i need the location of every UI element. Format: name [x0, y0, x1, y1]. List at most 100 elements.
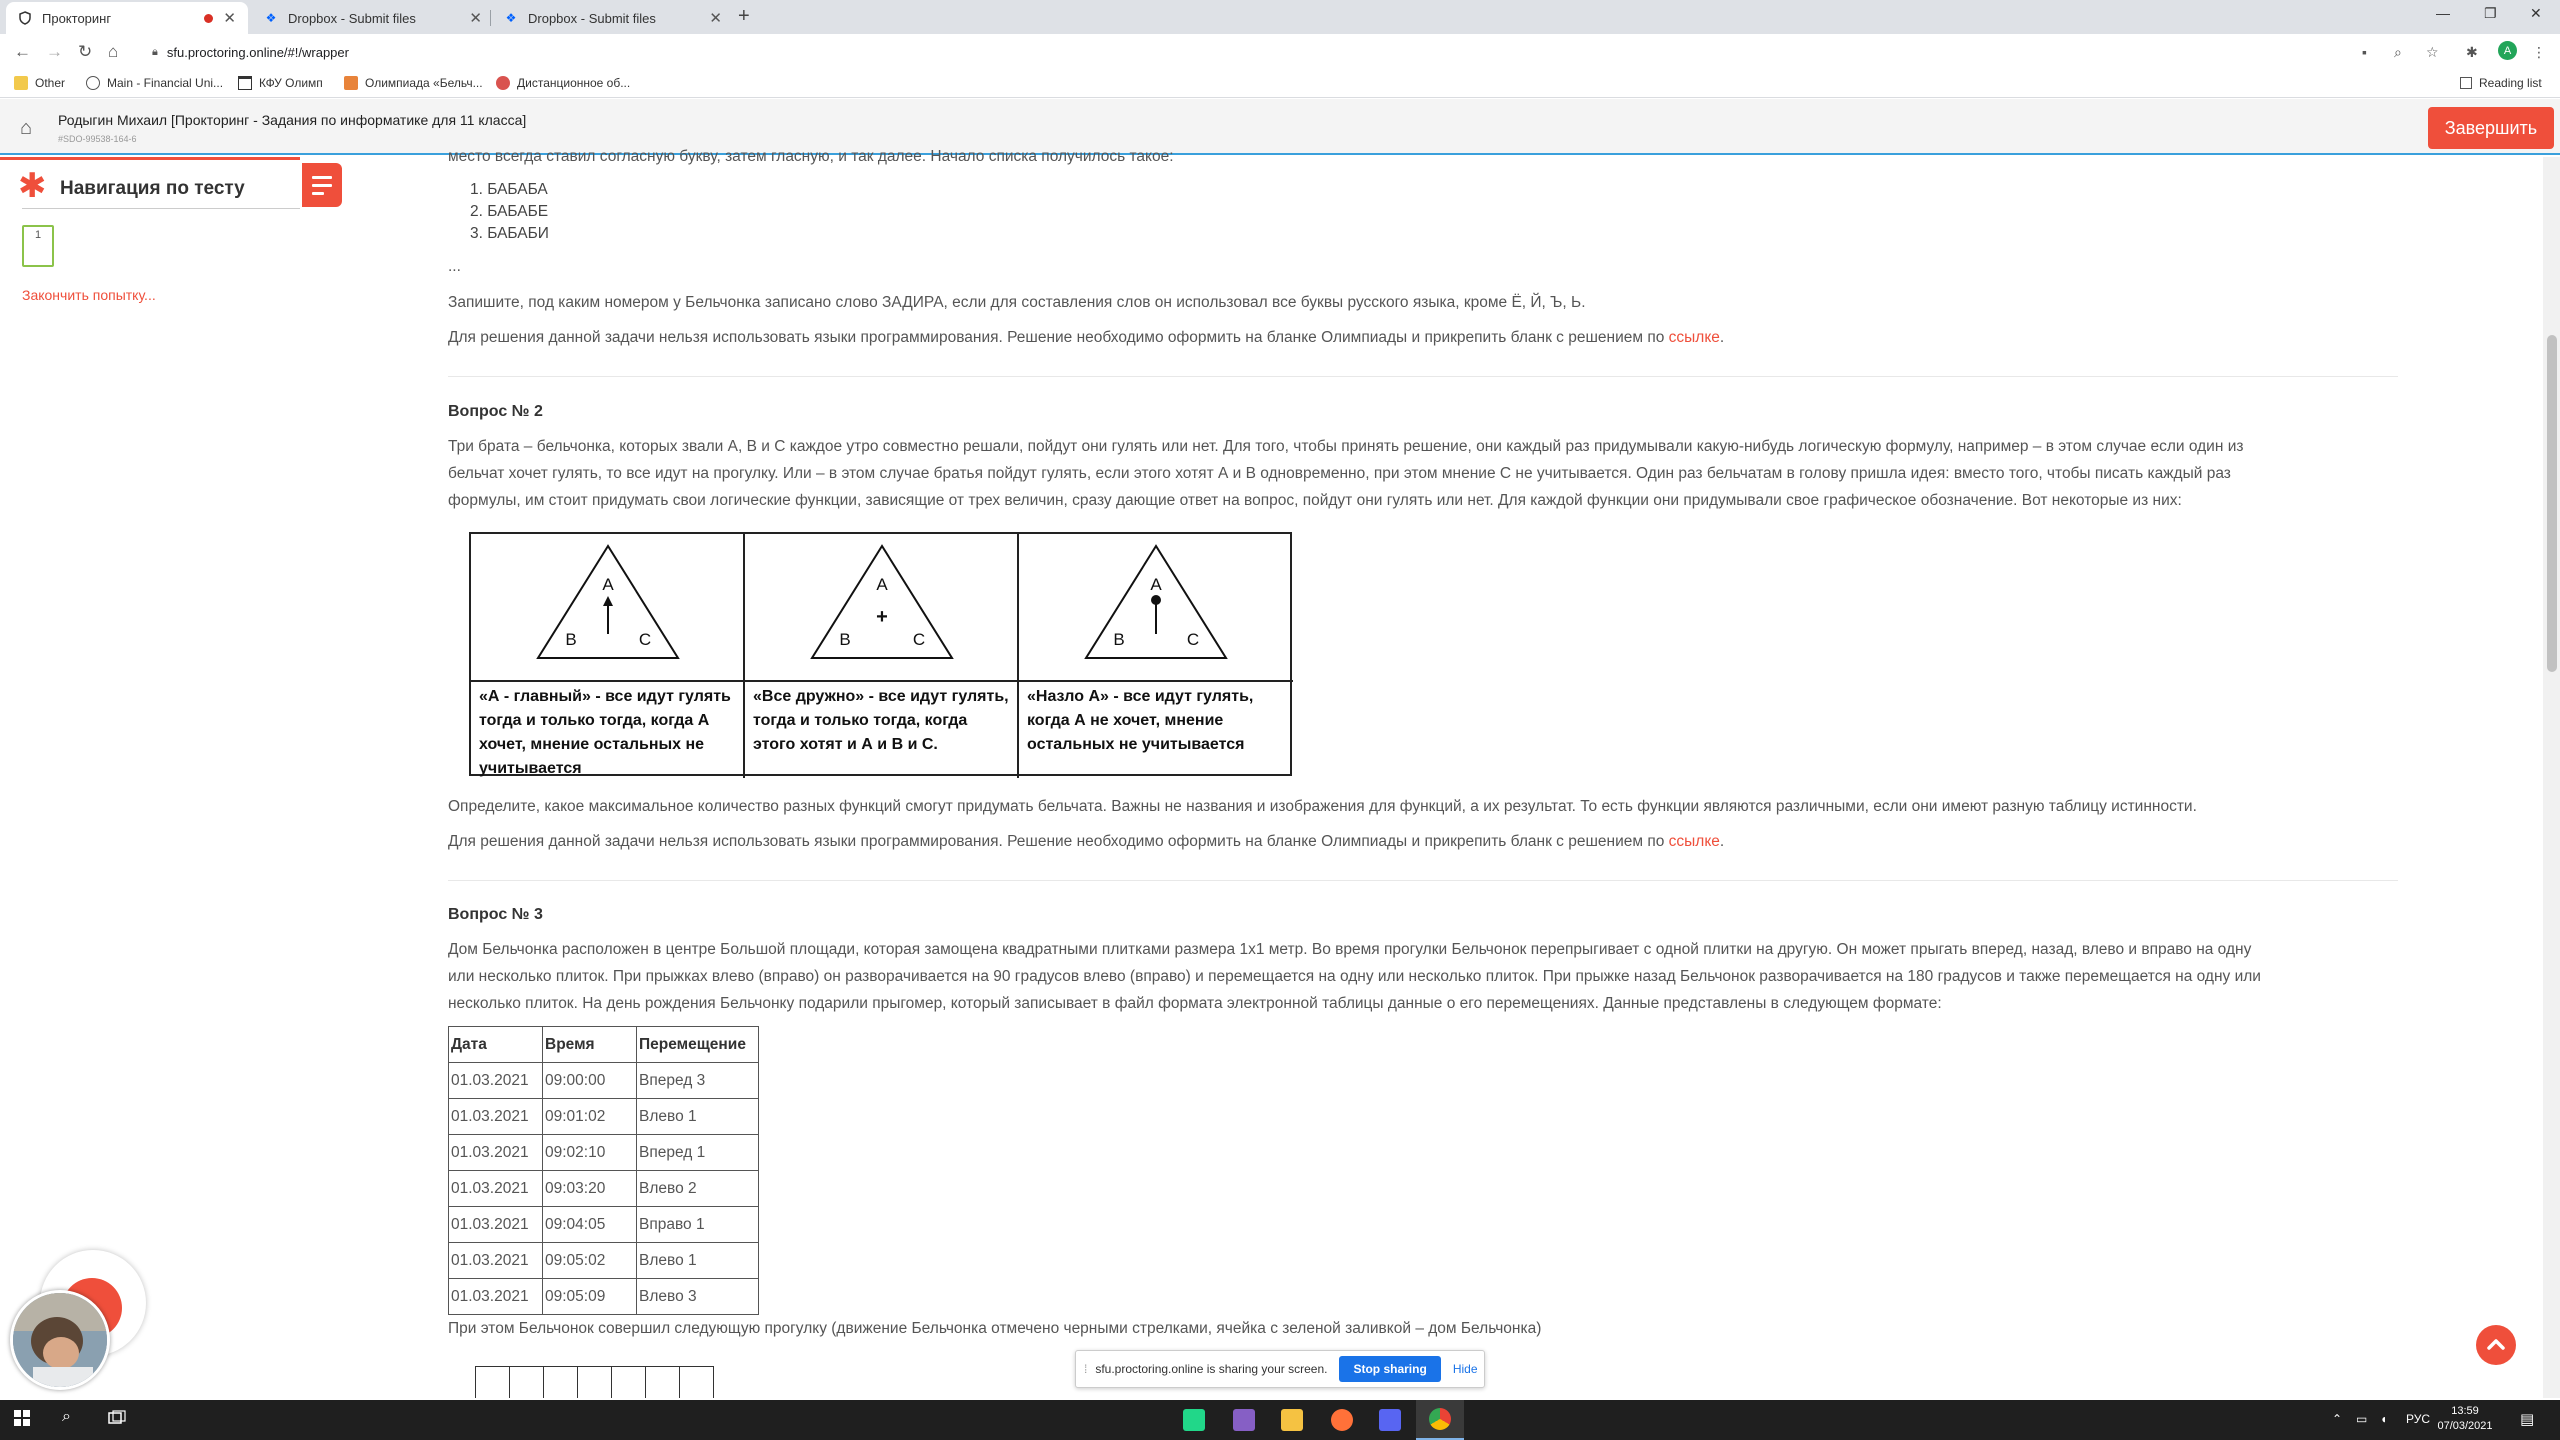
figure-caption: «А - главный» - все идут гулять тогда и … — [471, 680, 743, 777]
webcam-preview[interactable] — [10, 1290, 110, 1390]
home-icon[interactable]: ⌂ — [20, 117, 32, 140]
note-text: . — [1719, 329, 1725, 346]
table-cell: 09:05:02 — [542, 1242, 637, 1279]
figure-cell: A + B C «Все дружно» - все идут гулять, … — [745, 534, 1019, 778]
table-cell: Влево 2 — [636, 1170, 759, 1207]
finish-button[interactable]: Завершить — [2428, 107, 2554, 149]
stop-sharing-button[interactable]: Stop sharing — [1339, 1356, 1441, 1382]
screen-sharing-bar: ⁞ sfu.proctoring.online is sharing your … — [1075, 1350, 1485, 1388]
figure-caption: «Назло А» - все идут гулять, когда А не … — [1019, 680, 1293, 776]
close-icon[interactable]: ✕ — [709, 9, 722, 27]
bookmark-label: КФУ Олимп — [259, 76, 323, 90]
bookmark-kfu[interactable]: КФУ Олимп — [238, 76, 323, 90]
camera-icon[interactable]: ▪ — [2362, 44, 2367, 60]
solution-upload-link[interactable]: ссылке — [1669, 329, 1720, 346]
browser-toolbar: ← → ↻ ⌂ 🔒︎ sfu.proctoring.online/#!/wrap… — [0, 34, 2560, 70]
taskbar-app-pycharm[interactable] — [1170, 1400, 1218, 1440]
taskbar-app-file-explorer[interactable] — [1268, 1400, 1316, 1440]
language-indicator[interactable]: РУС — [2406, 1412, 2430, 1426]
close-icon[interactable]: ✕ — [469, 9, 482, 27]
nav-accent-line — [0, 157, 300, 160]
taskbar-app-chrome[interactable] — [1416, 1400, 1464, 1440]
scrollbar-thumb[interactable] — [2547, 335, 2557, 672]
bookmarks-bar: Other Main - Financial Uni... КФУ Олимп … — [0, 70, 2560, 98]
grid-cell — [645, 1366, 680, 1398]
reading-list-label: Reading list — [2479, 76, 2542, 90]
windows-start-icon[interactable] — [14, 1410, 30, 1431]
tab-proctoring[interactable]: Прокторинг ✕ — [6, 2, 248, 34]
address-bar[interactable]: 🔒︎ sfu.proctoring.online/#!/wrapper — [140, 39, 2440, 65]
logic-functions-figure: A B C «А - главный» - все идут гулять то… — [469, 532, 1293, 778]
vertex-label: A — [602, 575, 614, 594]
table-row: 01.03.2021 09:03:20 Влево 2 — [448, 1170, 759, 1207]
profile-avatar[interactable]: A — [2498, 41, 2517, 60]
movement-data-table: Дата Время Перемещение 01.03.2021 09:00:0… — [448, 1026, 759, 1315]
extensions-icon[interactable]: ✱ — [2466, 44, 2478, 61]
figure-cell: A B C «А - главный» - все идут гулять то… — [471, 534, 745, 778]
menu-icon — [312, 183, 332, 187]
figure-caption: «Все дружно» - все идут гулять, тогда и … — [745, 680, 1017, 776]
app-header: ⌂ Родыгин Михаил [Прокторинг - Задания п… — [0, 99, 2560, 155]
windows-taskbar: ⌕ ⌃ ▭ ◖ РУС 13:59 07/03/2021 ▤ — [0, 1400, 2560, 1440]
menu-toggle-button[interactable] — [302, 163, 342, 207]
tab-label: Dropbox - Submit files — [288, 10, 416, 26]
tray-chevron-up-icon[interactable]: ⌃ — [2332, 1412, 2342, 1426]
network-icon[interactable]: ▭ — [2356, 1412, 2367, 1426]
bookmark-olympiad[interactable]: Олимпиада «Бельч... — [344, 76, 483, 90]
scroll-to-top-button[interactable] — [2476, 1325, 2516, 1365]
taskbar-app-discord[interactable] — [1366, 1400, 1414, 1440]
end-attempt-link[interactable]: Закончить попытку... — [22, 287, 156, 303]
table-cell: 01.03.2021 — [448, 1170, 543, 1207]
notifications-icon[interactable]: ▤ — [2520, 1410, 2534, 1428]
q3-paragraph-line: несколько плиток. На день рождения Бельч… — [448, 995, 1942, 1012]
webcam-person-image — [13, 1293, 107, 1387]
back-icon[interactable]: ← — [14, 42, 31, 62]
table-cell: Вправо 1 — [636, 1206, 759, 1243]
taskbar-app-firefox[interactable] — [1318, 1400, 1366, 1440]
drag-handle-icon[interactable]: ⁞ — [1084, 1362, 1087, 1376]
table-cell: Вперед 3 — [636, 1062, 759, 1099]
solution-upload-link[interactable]: ссылке — [1669, 833, 1720, 850]
bookmark-financial[interactable]: Main - Financial Uni... — [86, 76, 223, 90]
table-cell: Влево 1 — [636, 1242, 759, 1279]
note-text: Для решения данной задачи нельзя использ… — [448, 329, 1669, 346]
taskbar-clock[interactable]: 13:59 07/03/2021 — [2430, 1404, 2500, 1434]
more-menu-icon[interactable]: ⋮ — [2532, 44, 2546, 61]
note-text: Для решения данной задачи нельзя использ… — [448, 833, 1669, 850]
table-cell: 09:01:02 — [542, 1098, 637, 1135]
column-header: Дата — [448, 1026, 543, 1063]
bookmark-other[interactable]: Other — [14, 76, 65, 90]
shield-icon — [18, 11, 32, 25]
question-3-heading: Вопрос № 3 — [448, 906, 543, 923]
table-header-row: Дата Время Перемещение — [448, 1026, 759, 1063]
reading-list[interactable]: Reading list — [2460, 76, 2542, 90]
tab-dropbox-2[interactable]: ❖ Dropbox - Submit files ✕ — [492, 2, 734, 34]
table-row: 01.03.2021 09:02:10 Вперед 1 — [448, 1134, 759, 1171]
bookmark-distance[interactable]: Дистанционное об... — [496, 76, 630, 90]
vertex-label: A — [1150, 575, 1162, 594]
table-row: 01.03.2021 09:05:02 Влево 1 — [448, 1242, 759, 1279]
close-icon[interactable]: ✕ — [223, 9, 236, 27]
home-icon[interactable]: ⌂ — [108, 42, 118, 62]
table-cell: 01.03.2021 — [448, 1098, 543, 1135]
taskbar-app-visual-studio[interactable] — [1220, 1400, 1268, 1440]
discord-icon — [1379, 1409, 1401, 1431]
reload-icon[interactable]: ↻ — [78, 42, 92, 62]
tab-dropbox-1[interactable]: ❖ Dropbox - Submit files ✕ — [252, 2, 494, 34]
volume-icon[interactable]: ◖ — [2380, 1412, 2387, 1426]
search-icon[interactable]: ⌕ — [62, 1408, 71, 1426]
star-icon[interactable]: ☆ — [2426, 44, 2439, 61]
clock-time: 13:59 — [2451, 1405, 2479, 1417]
table-cell: 09:00:00 — [542, 1062, 637, 1099]
table-cell: Влево 1 — [636, 1098, 759, 1135]
question-nav-button[interactable]: 1 — [22, 225, 54, 267]
forward-icon[interactable]: → — [46, 42, 63, 62]
new-tab-button[interactable]: + — [738, 5, 750, 28]
close-window-icon[interactable]: ✕ — [2530, 5, 2542, 22]
reading-list-icon — [2460, 77, 2472, 89]
restore-icon[interactable]: ❐ — [2484, 5, 2497, 22]
hide-button[interactable]: Hide — [1453, 1362, 1478, 1376]
zoom-icon[interactable]: ⌕ — [2394, 44, 2402, 61]
minimize-icon[interactable]: — — [2436, 5, 2450, 21]
task-view-icon[interactable] — [108, 1410, 126, 1431]
